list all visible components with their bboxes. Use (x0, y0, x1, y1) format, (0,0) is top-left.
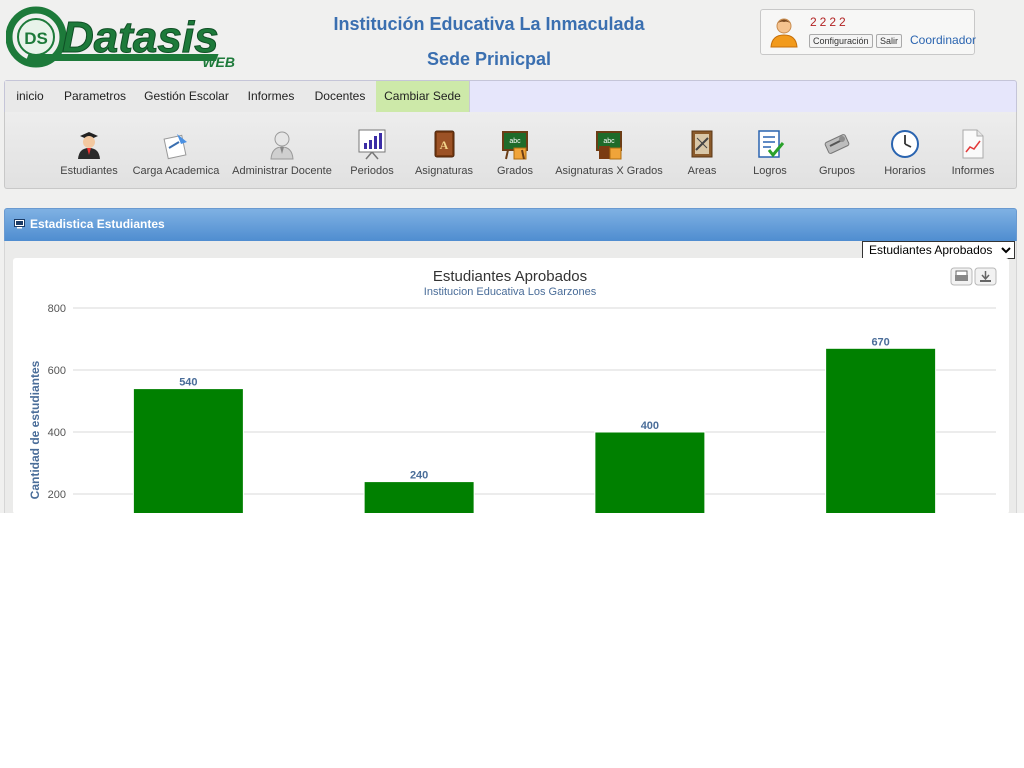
y-axis-label: Cantidad de estudiantes (28, 360, 42, 499)
institution-title: Institución Educativa La Inmaculada (333, 14, 645, 34)
y-tick-label: 800 (48, 303, 66, 315)
chart-bars: 540 240 400 670 (132, 336, 937, 513)
sede-title: Sede Prinicpal (426, 49, 552, 69)
logo-text: Datasis (62, 13, 219, 62)
periods-chart-icon (358, 129, 386, 160)
subjects-grades-icon: abc (596, 131, 622, 160)
bar-value-label: 240 (410, 470, 428, 482)
user-avatar-icon (770, 18, 798, 48)
tool-carga-academica[interactable]: Carga Academica (121, 128, 231, 177)
app-viewport: DS Datasis WEB Institución Educativa La … (0, 0, 1024, 513)
panel-title: Estadistica Estudiantes (30, 217, 165, 231)
chart-card: Estudiantes Aprobados Institucion Educat… (13, 258, 1009, 513)
tool-label: Carga Academica (132, 165, 220, 177)
nav-tab-inicio[interactable]: inicio (5, 81, 56, 113)
bar-4[interactable] (825, 347, 937, 513)
bar-value-label: 670 (871, 336, 889, 348)
subjects-book-icon: A (434, 130, 455, 158)
grades-board-icon: abc (502, 131, 528, 160)
nav-tab-docentes[interactable]: Docentes (304, 81, 377, 113)
svg-text:A: A (440, 138, 449, 152)
username: 2222 (810, 15, 849, 29)
print-button[interactable] (950, 267, 973, 286)
user-box: 2222 Configuración Salir Coordinador (760, 9, 977, 55)
logo-subtext: WEB (202, 54, 235, 68)
groups-icon (824, 134, 850, 154)
nav-tab-cambiar-sede[interactable]: Cambiar Sede (376, 81, 470, 113)
bar-3[interactable] (594, 431, 706, 513)
svg-text:DS: DS (24, 29, 48, 48)
user-role: Coordinador (910, 33, 977, 47)
tool-informes[interactable]: Informes (918, 128, 1024, 177)
chart-type-select[interactable]: Estudiantes Aprobados (862, 241, 1015, 259)
bar-chart: Estudiantes Aprobados Institucion Educat… (28, 267, 997, 513)
nav-tab-parametros[interactable]: Parametros (55, 81, 136, 113)
svg-text:abc: abc (509, 138, 521, 145)
tool-label: Informes (951, 165, 995, 177)
bar-value-label: 400 (641, 420, 659, 432)
logout-button[interactable]: Salir (876, 34, 903, 48)
clock-icon (891, 130, 919, 158)
bar-1[interactable] (132, 388, 244, 513)
student-icon (78, 132, 100, 159)
achievements-checklist-icon (758, 130, 785, 158)
bar-value-label: 540 (179, 377, 197, 389)
nav-tab-informes[interactable]: Informes (238, 81, 305, 113)
areas-icon (691, 130, 713, 158)
config-button[interactable]: Configuración (809, 34, 873, 48)
y-tick-label: 400 (48, 427, 66, 439)
panel-header: Estadistica Estudiantes (4, 208, 1017, 242)
bar-2[interactable] (363, 481, 475, 513)
module-toolbar: Estudiantes Carga Academica Administrar … (4, 112, 1017, 189)
y-tick-label: 600 (48, 365, 66, 377)
svg-text:abc: abc (603, 138, 615, 145)
download-button[interactable] (974, 267, 997, 286)
chart-title: Estudiantes Aprobados (433, 268, 587, 285)
academic-load-icon (163, 134, 187, 160)
logo-graphic: DS Datasis WEB (5, 6, 235, 70)
reports-icon (962, 129, 984, 159)
print-icon (955, 270, 968, 281)
chart-subtitle: Institucion Educativa Los Garzones (424, 286, 597, 298)
nav-tab-gestion-escolar[interactable]: Gestión Escolar (135, 81, 239, 113)
datasis-logo[interactable]: DS Datasis WEB (5, 6, 242, 70)
teacher-admin-icon (270, 131, 294, 160)
main-nav: inicio Parametros Gestión Escolar Inform… (4, 80, 1017, 114)
panel-monitor-icon (14, 219, 25, 229)
y-tick-label: 200 (48, 489, 66, 501)
